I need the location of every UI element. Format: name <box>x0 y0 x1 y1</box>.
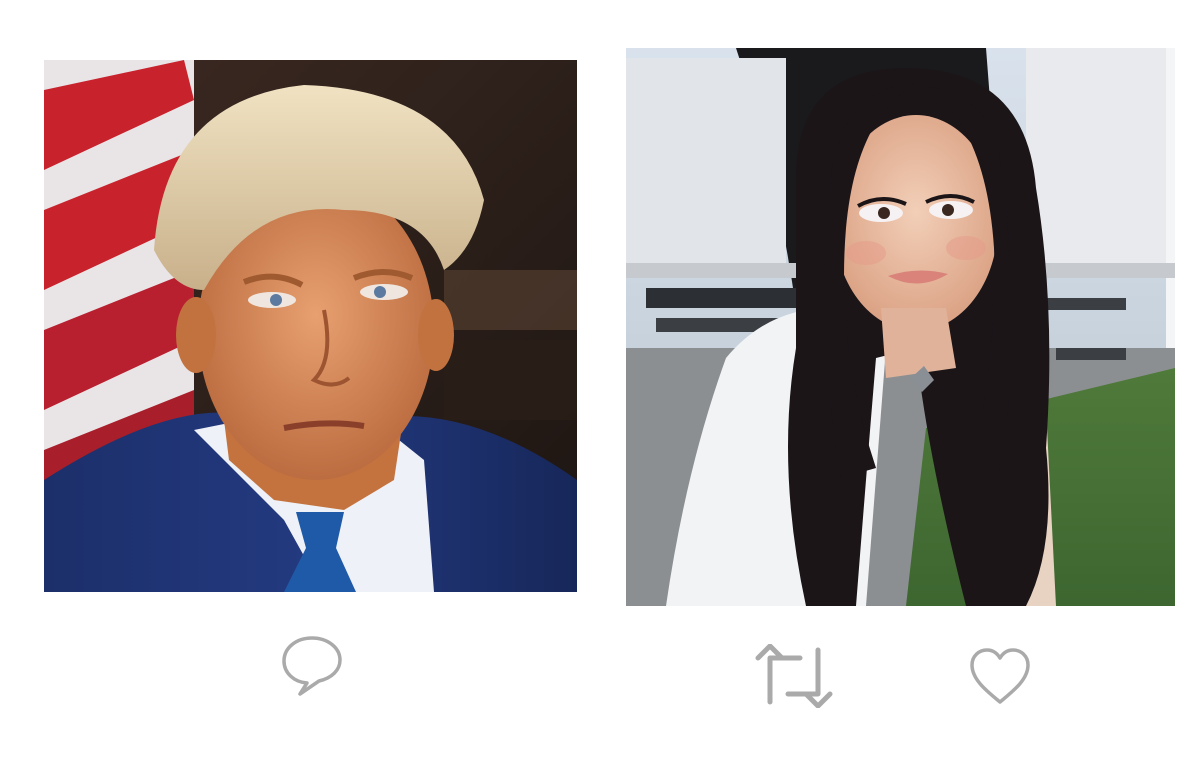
photo-left-portrait[interactable] <box>44 60 577 592</box>
speech-bubble-icon <box>282 636 342 696</box>
like-button[interactable] <box>960 636 1040 716</box>
photo-right-selfie[interactable] <box>626 48 1175 606</box>
selfie-woman-image <box>626 48 1175 606</box>
reply-button[interactable] <box>272 624 352 704</box>
heart-outline-icon <box>970 648 1030 704</box>
retweet-button[interactable] <box>754 636 834 716</box>
retweet-arrows-icon <box>755 644 833 708</box>
tweet-media-view <box>0 0 1200 758</box>
portrait-man-image <box>44 60 577 592</box>
